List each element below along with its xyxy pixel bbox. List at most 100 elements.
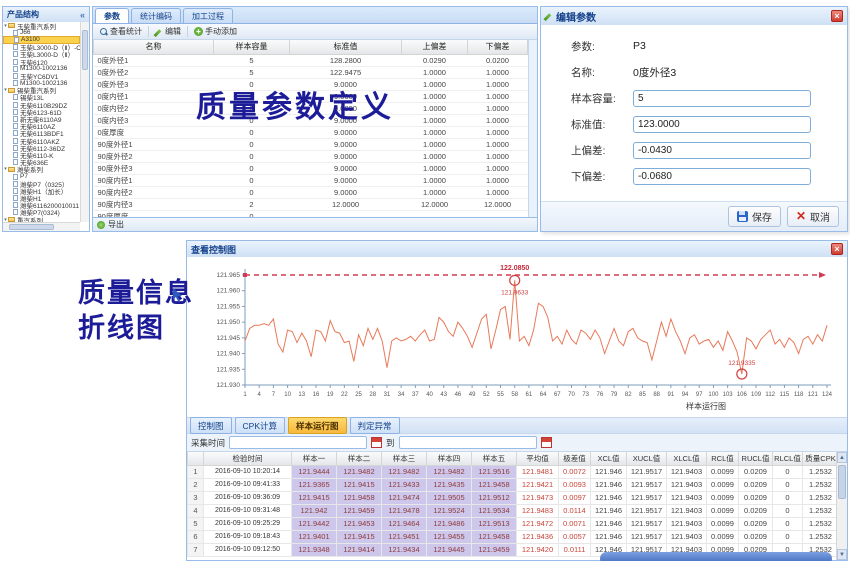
export-button[interactable]: 导出	[108, 219, 124, 230]
table-row[interactable]: 0度外径25122.94751.00001.0000	[94, 66, 528, 78]
table-row[interactable]: 90度厚度0	[94, 210, 528, 217]
x-tick-label: 49	[469, 392, 476, 398]
ucl-label: 122.0850	[500, 265, 529, 272]
field-input-0[interactable]	[633, 90, 811, 107]
cell: 5	[214, 54, 290, 66]
cell: 121.9474	[382, 491, 427, 504]
annotation-line2: 折线图	[78, 311, 194, 346]
save-button[interactable]: 保存	[728, 206, 781, 227]
table-row[interactable]: 90度内径209.00001.00001.0000	[94, 186, 528, 198]
column-header[interactable]: 样本五	[472, 452, 517, 465]
calendar-icon[interactable]	[541, 437, 552, 448]
cell: 121.9434	[382, 543, 427, 556]
tab-0[interactable]: 参数	[95, 8, 129, 23]
sample-table-wrap: 检验时间样本一样本二样本三样本四样本五平均值极差值XCL值XUCL值XLCL值R…	[187, 452, 847, 560]
field-input-3[interactable]	[633, 168, 811, 185]
cell: 121.9472	[517, 517, 559, 530]
table-row[interactable]: 0度厚度09.00001.00001.0000	[94, 126, 528, 138]
edit-button[interactable]: 编辑	[152, 25, 184, 38]
table-row[interactable]: 0度外径15128.28000.02900.0200	[94, 54, 528, 66]
tab-1[interactable]: 统计编码	[131, 8, 181, 23]
column-header[interactable]: 上偏差	[402, 40, 468, 54]
column-header[interactable]: 样本三	[382, 452, 427, 465]
grid-vertical-scrollbar[interactable]	[528, 40, 537, 217]
bottom-tab-1[interactable]: CPK计算	[235, 417, 285, 434]
calendar-icon[interactable]	[371, 437, 382, 448]
dialog-title: 编辑参数	[556, 9, 596, 24]
dialog-field-row: 样本容量:	[571, 85, 831, 111]
cell: 0度厚度	[94, 126, 214, 138]
column-header[interactable]: RCL值	[707, 452, 739, 465]
column-header[interactable]: 标准值	[290, 40, 402, 54]
tab-2[interactable]: 加工过程	[183, 8, 233, 23]
column-header[interactable]	[188, 452, 204, 465]
column-header[interactable]: 样本四	[427, 452, 472, 465]
view-statistics-label: 查看统计	[110, 26, 142, 37]
cell: 0	[214, 126, 290, 138]
bottom-tab-0[interactable]: 控制图	[190, 417, 232, 434]
chart-plot-area: 121.965121.960121.955121.950121.945121.9…	[187, 257, 847, 417]
table-row[interactable]: 90度外径209.00001.00001.0000	[94, 150, 528, 162]
tree-item[interactable]: 玉柴YC6DV1	[3, 72, 80, 79]
table-row[interactable]: 90度外径309.00001.00001.0000	[94, 162, 528, 174]
column-header[interactable]: 检验时间	[204, 452, 292, 465]
cell: 0	[773, 530, 803, 543]
tree-horizontal-scrollbar[interactable]	[3, 222, 80, 231]
tree-vertical-scrollbar[interactable]	[80, 22, 89, 222]
x-tick-label: 46	[455, 392, 462, 398]
column-header[interactable]: RUCL值	[739, 452, 773, 465]
column-header[interactable]: 样本二	[337, 452, 382, 465]
cell: 0度外径2	[94, 66, 214, 78]
column-header[interactable]: 极差值	[559, 452, 591, 465]
column-header[interactable]: XUCL值	[627, 452, 667, 465]
table-row[interactable]: 90度内径109.00001.00001.0000	[94, 174, 528, 186]
cell: 0.0114	[559, 504, 591, 517]
table-row[interactable]: 32016-09-10 09:36:09121.9415121.9458121.…	[188, 491, 839, 504]
column-header[interactable]: 样本容量	[214, 40, 290, 54]
close-icon[interactable]	[831, 10, 843, 22]
column-header[interactable]: XCL值	[591, 452, 627, 465]
column-header[interactable]: RLCL值	[773, 452, 803, 465]
document-icon	[13, 44, 18, 50]
view-statistics-button[interactable]: 查看统计	[97, 25, 145, 38]
table-row[interactable]: 42016-09-10 09:31:48121.942121.9459121.9…	[188, 504, 839, 517]
manual-add-button[interactable]: 手动添加	[191, 25, 240, 38]
tree-group-2[interactable]: ▾潍柴系列	[3, 166, 80, 173]
scrollbar-thumb[interactable]	[838, 465, 846, 499]
scroll-up-icon[interactable]	[837, 452, 847, 463]
cancel-button[interactable]: 取消	[787, 206, 839, 227]
column-header[interactable]: 样本一	[292, 452, 337, 465]
table-row[interactable]: 22016-09-10 09:41:33121.9365121.9415121.…	[188, 478, 839, 491]
from-date-input[interactable]	[229, 436, 367, 449]
bottom-tab-3[interactable]: 判定异常	[350, 417, 400, 434]
table-row[interactable]: 12016-09-10 10:20:14121.9444121.9482121.…	[188, 465, 839, 478]
column-header[interactable]: 下偏差	[468, 40, 528, 54]
field-input-1[interactable]	[633, 116, 811, 133]
table-row[interactable]: 62016-09-10 09:18:43121.9401121.9415121.…	[188, 530, 839, 543]
x-tick-label: 124	[822, 392, 833, 398]
column-header[interactable]: XLCL值	[667, 452, 707, 465]
tree-group-0[interactable]: ▾玉柴重汽系列	[3, 22, 80, 29]
table-row[interactable]: 90度外径109.00001.00001.0000	[94, 138, 528, 150]
bottom-tab-2[interactable]: 样本运行图	[288, 417, 347, 434]
column-header[interactable]: 平均值	[517, 452, 559, 465]
cell: 0度外径1	[94, 54, 214, 66]
cell: 121.946	[591, 517, 627, 530]
x-tick-label: 58	[511, 392, 518, 398]
cell: 121.9455	[427, 530, 472, 543]
table-row[interactable]: 90度内径3212.000012.000012.0000	[94, 198, 528, 210]
tree-item-label: J66	[20, 29, 30, 36]
cell: 2016-09-10 09:36:09	[204, 491, 292, 504]
column-header[interactable]: 名称	[94, 40, 214, 54]
column-header[interactable]: 质量CPK	[803, 452, 839, 465]
field-input-2[interactable]	[633, 142, 811, 159]
cell: 0	[214, 138, 290, 150]
table-row[interactable]: 52016-09-10 09:25:29121.9442121.9453121.…	[188, 517, 839, 530]
collapse-panel-icon[interactable]: «	[80, 10, 85, 20]
tree-item[interactable]: 潍柴H1（加长）	[3, 187, 80, 194]
product-tree-panel: 产品结构 « ▾玉柴重汽系列J66A3100玉柴L3000-D（Ⅱ）-C5玉柴L…	[2, 6, 90, 232]
scroll-down-icon[interactable]	[837, 549, 847, 560]
close-icon[interactable]	[831, 243, 843, 255]
to-date-input[interactable]	[399, 436, 537, 449]
table-vertical-scrollbar[interactable]	[836, 452, 847, 560]
